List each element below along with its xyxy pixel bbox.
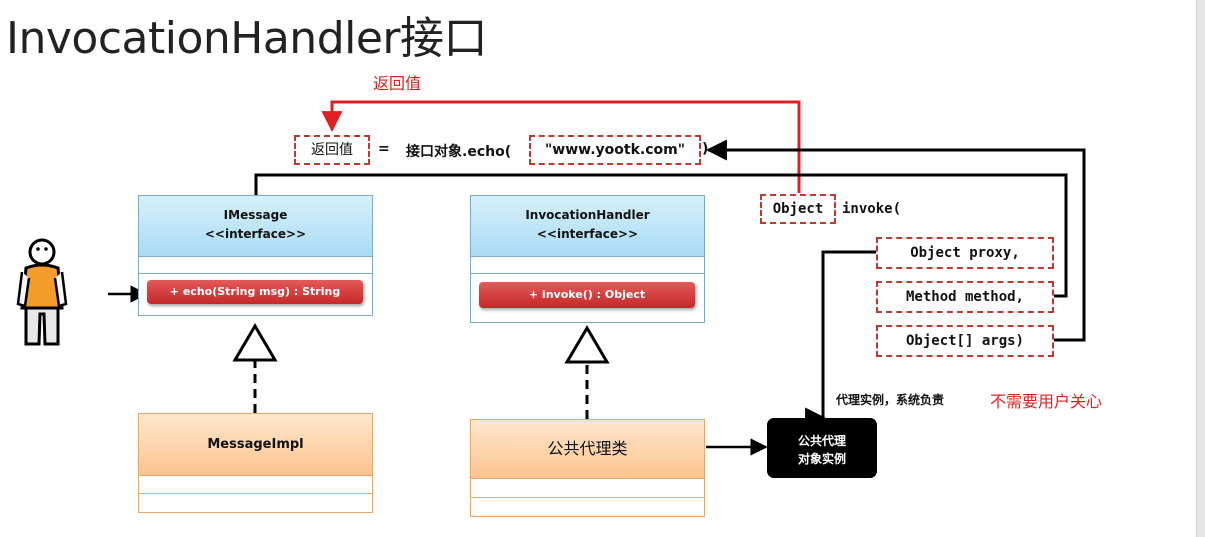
echo-method-pill: + echo(String msg) : String [147,280,363,304]
proxy-class-attributes-section [471,478,704,497]
argument-box: "www.yootk.com" [529,135,701,165]
messageimpl-name: MessageImpl [139,414,372,475]
invocationhandler-stereotype: <<interface>> [536,227,639,241]
proxy-realization-triangle [564,325,610,364]
messageimpl-methods-section [139,493,372,512]
param-proxy-text: Object proxy, [910,245,1020,261]
imessage-attributes-section [139,256,372,273]
messageimpl-attributes-section [139,475,372,493]
param-args-box: Object[] args) [876,325,1054,357]
echo-call-text: 接口对象.echo( [406,144,512,160]
proxy-class-name: 公共代理类 [471,420,704,478]
proxy-class-methods-section [471,497,704,516]
invocationhandler-name: InvocationHandler [525,208,650,222]
invocationhandler-methods-section: + invoke() : Object [471,273,704,322]
system-responsible-note: 代理实例，系统负责 [836,393,945,407]
imessage-header: IMessage <<interface>> [139,196,372,256]
proxy-class-box: 公共代理类 [470,419,705,517]
imessage-methods-section: + echo(String msg) : String [139,273,372,315]
param-args-text: Object[] args) [905,333,1024,349]
imessage-name: IMessage [223,208,288,222]
argument-text: "www.yootk.com" [545,142,685,158]
param-method-text: Method method, [905,289,1024,305]
invoke-method-pill: + invoke() : Object [479,282,695,308]
object-return-box: Object [760,194,836,224]
close-paren: ) [702,141,709,157]
equals-sign: = [378,141,390,157]
return-value-text: 返回值 [311,142,353,158]
proxy-instance-line1: 公共代理 [797,434,846,448]
object-return-text: Object [772,201,824,217]
imessage-stereotype: <<interface>> [204,227,307,241]
imessage-interface-box: IMessage <<interface>> + echo(String msg… [138,195,373,316]
param-method-box: Method method, [876,281,1054,313]
messageimpl-class-box: MessageImpl [138,413,373,513]
return-value-box: 返回值 [294,135,370,165]
return-value-annotation: 返回值 [373,74,422,93]
user-figure [16,238,68,346]
proxy-instance-box: 公共代理 对象实例 [767,418,877,478]
invoke-method-text: invoke( [842,201,902,217]
invocationhandler-header: InvocationHandler <<interface>> [471,196,704,256]
proxy-instance-line2: 对象实例 [797,452,846,466]
invocationhandler-attributes-section [471,256,704,273]
param-proxy-box: Object proxy, [876,237,1054,269]
invocationhandler-interface-box: InvocationHandler <<interface>> + invoke… [470,195,705,323]
impl-realization-triangle [232,323,278,362]
user-not-care-note: 不需要用户关心 [990,392,1103,411]
